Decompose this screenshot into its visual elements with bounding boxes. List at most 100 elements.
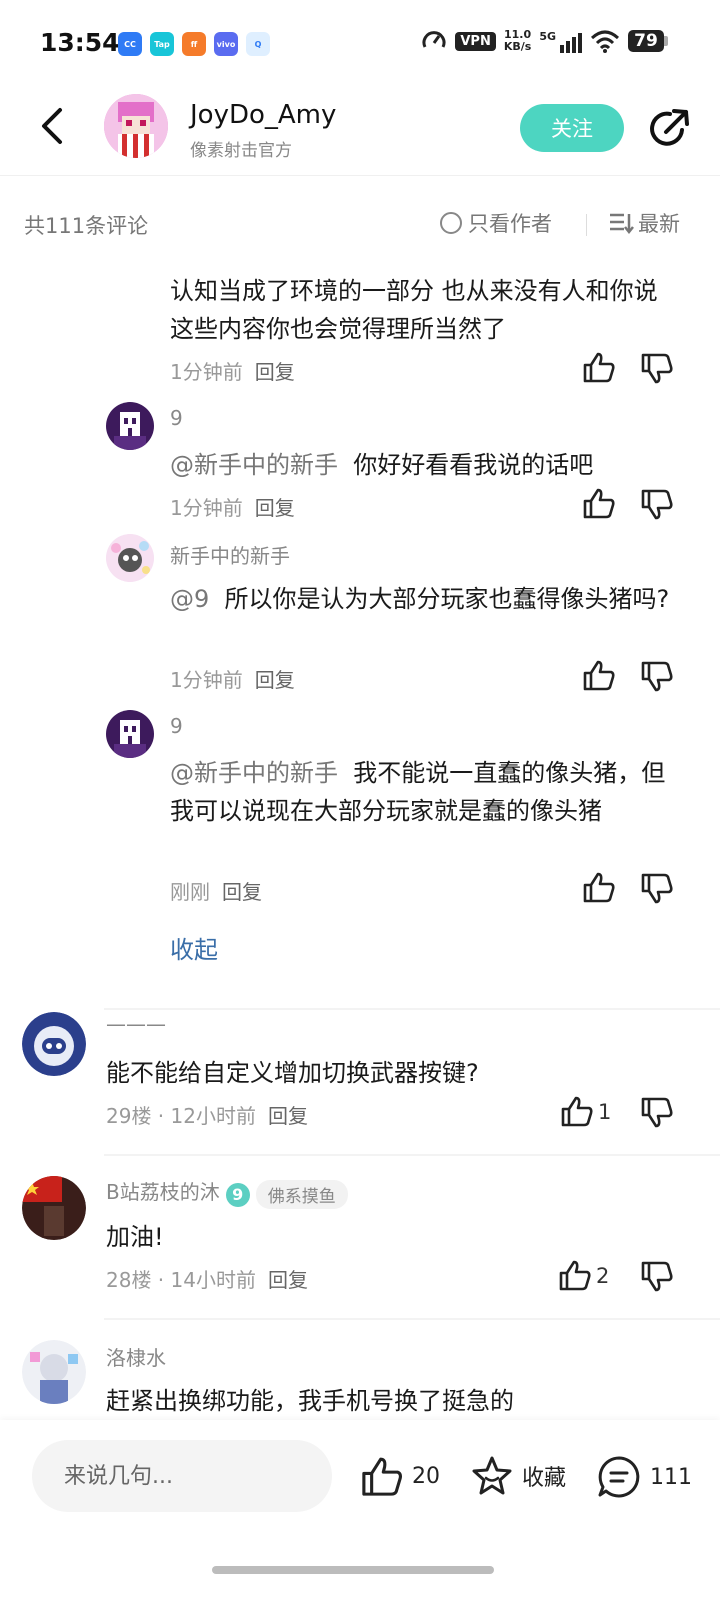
flag-avatar-icon (22, 1176, 86, 1240)
sort-icon (610, 213, 634, 235)
taptap-notification-icon: Tap (150, 32, 174, 56)
like-count: 2 (596, 1264, 610, 1288)
status-indicators: VPN 11.0 KB/s 5G 79 (421, 28, 668, 54)
comment-text: 能不能给自定义增加切换武器按键? (106, 1059, 479, 1087)
radio-icon (440, 212, 462, 234)
user-avatar[interactable] (106, 402, 154, 450)
reply-button[interactable]: 回复 (222, 880, 262, 904)
like-post-button[interactable]: 20 (360, 1454, 440, 1498)
thumbs-down-icon[interactable] (640, 352, 674, 386)
thumbs-up-icon[interactable] (582, 870, 616, 904)
robot-avatar-icon (22, 1012, 86, 1076)
author-only-label: 只看作者 (468, 212, 552, 236)
thumbs-up-icon[interactable] (582, 350, 616, 384)
app-notification-icon: ff (182, 32, 206, 56)
reply-text: 认知当成了环境的一部分 也从来没有人和你说这些内容你也会觉得理所当然了 (170, 277, 658, 343)
comment-floor-time: 28楼 · 14小时前 (106, 1268, 256, 1292)
user-avatar[interactable] (22, 1176, 86, 1240)
user-name[interactable]: B站荔枝的沐 (106, 1180, 220, 1204)
user-avatar[interactable] (22, 1340, 86, 1404)
post-like-count: 20 (412, 1463, 440, 1489)
user-avatar[interactable] (22, 1012, 86, 1076)
pixel-avatar-icon (106, 402, 154, 450)
author-subtitle: 像素射击官方 (190, 141, 292, 161)
user-name[interactable]: 9 (170, 714, 183, 738)
sort-button[interactable]: 最新 (608, 208, 680, 238)
thumbs-up-icon (362, 1457, 402, 1496)
thumbs-down-icon[interactable] (640, 488, 674, 522)
signal-icon: 5G (539, 30, 582, 53)
author-avatar[interactable] (104, 94, 168, 158)
vivo-notification-icon: vivo (214, 32, 238, 56)
reply-content: @新手中的新手 你好好看看我说的话吧 (170, 446, 680, 484)
back-button[interactable] (30, 104, 74, 148)
user-name[interactable]: 新手中的新手 (170, 540, 290, 569)
reply-time: 1分钟前 (170, 496, 243, 520)
reply-button[interactable]: 回复 (268, 1104, 308, 1128)
thumbs-down-icon[interactable] (640, 660, 674, 694)
user-avatar[interactable] (106, 534, 154, 582)
status-app-icons: CC Tap ff vivo Q (118, 32, 270, 56)
divider (586, 214, 587, 236)
mention-link[interactable]: @9 (170, 585, 209, 613)
thumbs-up-icon[interactable] (558, 1258, 592, 1292)
author-only-toggle[interactable]: 只看作者 (440, 208, 552, 238)
anime-avatar-icon (106, 534, 154, 582)
status-bar: 13:54 CC Tap ff vivo Q VPN 11.0 KB/s 5G (0, 0, 720, 88)
home-indicator[interactable] (212, 1566, 494, 1574)
comment-input[interactable] (32, 1440, 332, 1512)
comment-meta: 29楼 · 12小时前 回复 (106, 1100, 308, 1129)
reply-meta: 1分钟前 回复 (170, 664, 295, 693)
pixel-avatar-icon (106, 710, 154, 758)
user-tag-badge: 佛系摸鱼 (255, 1180, 348, 1209)
reply-button[interactable]: 回复 (255, 496, 295, 520)
comments-button[interactable]: 111 (596, 1454, 692, 1500)
status-time: 13:54 (40, 28, 120, 57)
share-button[interactable] (646, 106, 692, 152)
mention-link[interactable]: @新手中的新手 (170, 759, 338, 787)
reply-button[interactable]: 回复 (255, 360, 295, 384)
like-count: 1 (598, 1100, 612, 1124)
reply-time: 刚刚 (170, 880, 210, 904)
thumbs-up-icon[interactable] (560, 1094, 594, 1128)
author-name[interactable]: JoyDo_Amy (190, 100, 336, 130)
user-avatar[interactable] (106, 710, 154, 758)
star-icon (472, 1456, 512, 1495)
comment-text: 加油! (106, 1223, 164, 1251)
network-speed: 11.0 KB/s (504, 29, 531, 53)
reply-button[interactable]: 回复 (255, 668, 295, 692)
anime-avatar-icon (22, 1340, 86, 1404)
user-name[interactable]: ——— (106, 1012, 166, 1036)
follow-button[interactable]: 关注 (520, 104, 624, 152)
reply-time: 1分钟前 (170, 360, 243, 384)
comment-text: 赶紧出换绑功能，我手机号换了挺急的 (106, 1387, 514, 1415)
reply-button[interactable]: 回复 (268, 1268, 308, 1292)
comment-input-box[interactable] (32, 1440, 332, 1512)
network-type: 5G (539, 29, 556, 43)
app-notification-icon: Q (246, 32, 270, 56)
comment-meta: 28楼 · 14小时前 回复 (106, 1264, 308, 1293)
post-comment-count: 111 (650, 1464, 692, 1490)
vpn-badge: VPN (455, 31, 496, 51)
thumbs-down-icon[interactable] (640, 872, 674, 906)
thumbs-up-icon[interactable] (582, 486, 616, 520)
mention-link[interactable]: @新手中的新手 (170, 451, 338, 479)
share-icon (650, 109, 689, 146)
level-badge: 9 (225, 1182, 250, 1207)
divider (104, 1318, 720, 1320)
thumbs-down-icon[interactable] (640, 1260, 674, 1294)
favorite-button[interactable]: 收藏 (470, 1454, 566, 1498)
page-header: JoyDo_Amy 像素射击官方 关注 (0, 88, 720, 176)
sort-label: 最新 (638, 212, 680, 236)
user-name[interactable]: 9 (170, 406, 183, 430)
wifi-icon (590, 30, 620, 53)
collapse-replies-button[interactable]: 收起 (170, 930, 218, 965)
divider (104, 1154, 720, 1156)
comment-floor-time: 29楼 · 12小时前 (106, 1104, 256, 1128)
thumbs-down-icon[interactable] (640, 1096, 674, 1130)
thumbs-up-icon[interactable] (582, 658, 616, 692)
user-info: B站荔枝的沐 9 佛系摸鱼 (106, 1176, 348, 1209)
reply-meta: 刚刚 回复 (170, 876, 262, 905)
chevron-left-icon (42, 108, 62, 144)
user-name[interactable]: 洛棣水 (106, 1342, 166, 1371)
